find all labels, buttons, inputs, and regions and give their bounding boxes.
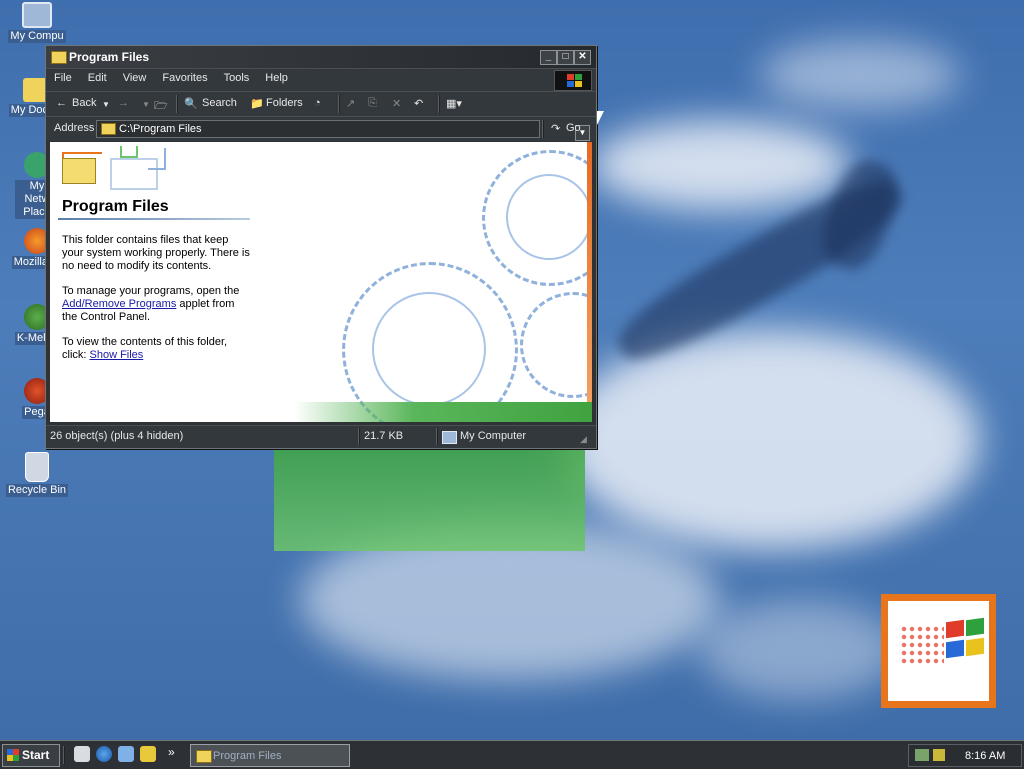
menu-bar: File Edit View Favorites Tools Help [46,68,596,91]
minimize-button[interactable]: _ [540,50,557,65]
up-folder-button[interactable]: 🗁 [154,97,168,116]
address-label: Address [54,122,95,134]
orange-accent-bar [587,142,592,402]
move-to-button[interactable]: ↗ [346,97,355,110]
go-arrow-icon: ↷ [551,123,561,135]
menu-edit[interactable]: Edit [80,69,115,87]
start-button[interactable]: Start [2,744,60,767]
flag-red [946,619,964,639]
windows-logo [881,594,996,708]
desktop-icon-recycle-bin[interactable]: Recycle Bin [0,452,74,497]
go-button[interactable]: Go [566,122,581,134]
computer-icon [442,431,457,444]
folders-icon: 📁 [250,98,264,110]
forward-button[interactable]: → [118,97,129,109]
explorer-quicklaunch-icon[interactable] [140,746,156,762]
manage-programs-text: To manage your programs, open the [62,285,240,297]
views-button[interactable]: ▦▾ [446,97,462,110]
web-view-info-panel: Program Files This folder contains files… [50,142,260,422]
recycle-bin-icon [25,452,49,482]
cloud [700,600,900,700]
info-paragraph: This folder contains files that keep you… [62,234,250,272]
menu-view[interactable]: View [115,69,155,87]
flag-yellow [966,637,984,657]
cloud [590,120,850,210]
forward-dropdown-icon[interactable]: ▼ [142,100,150,109]
gear-graphic [372,292,486,406]
system-tray: 8:16 AM [908,744,1022,767]
gear-graphic [506,174,592,260]
taskbar-button-program-files[interactable]: Program Files [190,744,350,767]
flag-green [966,617,984,637]
folder-title: Program Files [62,198,169,215]
desktop-icon-label: My Compu [8,30,66,43]
flag-blue [946,639,964,659]
cloud [760,40,960,110]
back-arrow-icon: ← [56,97,67,109]
explorer-window: Program Files _ □ ✕ File Edit View Favorite… [45,45,597,449]
title-divider [58,218,250,220]
taskbar-button-label: Program Files [213,750,282,762]
history-button[interactable]: ◔ [314,97,321,109]
folders-button[interactable]: Folders [266,97,303,109]
show-files-paragraph: To view the contents of this folder, cli… [62,336,252,362]
windows-throbber-icon [554,70,592,91]
start-label: Start [22,748,50,762]
show-files-text: To view the contents of this folder, cli… [62,336,228,361]
folder-header-graphic [58,146,166,190]
search-button[interactable]: Search [202,97,237,109]
resize-grip-icon[interactable]: ◢ [580,434,587,445]
standard-toolbar: ← Back ▼ → ▼ 🗁 🔍 Search 📁 Folders ◔ ↗ ⎘ … [46,91,596,116]
outlook-express-icon[interactable] [118,746,134,762]
address-value: C:\Program Files [119,123,202,135]
volume-tray-icon[interactable] [933,749,945,761]
menu-help[interactable]: Help [257,69,296,87]
address-input[interactable]: C:\Program Files ▼ [96,120,590,141]
taskbar: Start » Program Files 8:16 AM [0,740,1024,769]
folder-icon [51,51,67,64]
windows-flag-icon [7,749,19,761]
maximize-button[interactable]: □ [557,50,574,65]
green-band [294,402,592,422]
menu-tools[interactable]: Tools [216,69,258,87]
status-size: 21.7 KB [364,430,404,442]
folder-icon [196,750,212,763]
folder-icon [62,158,96,184]
folder-icon [101,123,116,135]
desktop-icon-my-computer[interactable]: My Compu [0,2,74,43]
title-bar[interactable]: Program Files _ □ ✕ [46,46,596,68]
desktop-icon-label: Recycle Bin [5,484,69,497]
gear-graphic [520,292,592,398]
copy-to-button[interactable]: ⎘ [368,97,377,110]
close-button[interactable]: ✕ [574,50,591,65]
clock[interactable]: 8:16 AM [965,750,1005,762]
network-tray-icon[interactable] [915,749,929,761]
manage-programs-paragraph: To manage your programs, open the Add/Re… [62,285,252,324]
menu-file[interactable]: File [46,69,80,87]
folder-content-pane: Program Files This folder contains files… [50,142,592,422]
back-button[interactable]: Back [72,97,96,109]
status-zone: My Computer [460,430,527,442]
desktop-green-block [274,447,585,551]
window-title: Program Files [69,50,150,64]
add-remove-programs-link[interactable]: Add/Remove Programs [62,298,176,310]
show-files-link[interactable]: Show Files [90,349,144,361]
mouse-cursor-icon [597,111,604,125]
quicklaunch-chevron[interactable]: » [168,745,175,759]
undo-button[interactable]: ↶ [414,97,423,110]
back-dropdown-icon[interactable]: ▼ [102,100,110,109]
show-desktop-icon[interactable] [74,746,90,762]
cloud [560,330,980,550]
status-object-count: 26 object(s) (plus 4 hidden) [50,430,184,442]
search-icon: 🔍 [184,98,198,110]
computer-icon [22,2,52,28]
delete-button[interactable]: ✕ [392,97,401,110]
menu-favorites[interactable]: Favorites [154,69,215,87]
address-bar: Address C:\Program Files ▼ ↷ Go [46,116,596,141]
flag-dots [900,625,944,665]
internet-explorer-icon[interactable] [96,746,112,762]
status-bar: 26 object(s) (plus 4 hidden) 21.7 KB My … [46,425,596,448]
